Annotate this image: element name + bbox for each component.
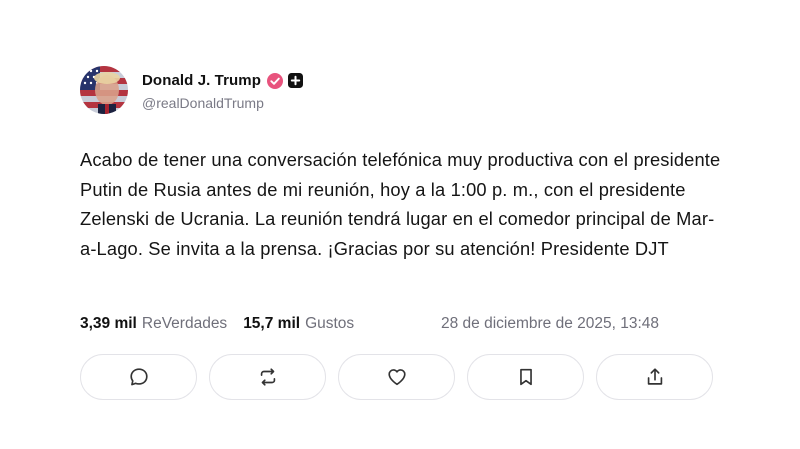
- like-button[interactable]: [338, 354, 455, 400]
- reposts-count: 3,39 mil: [80, 315, 137, 332]
- likes-stat[interactable]: 15,7 mil Gustos: [243, 315, 354, 333]
- author-display-name[interactable]: Donald J. Trump: [142, 72, 261, 89]
- post-card: Donald J. Trump @realDonaldTrump Acabo d…: [0, 0, 800, 449]
- action-bar: [80, 354, 713, 400]
- reposts-stat[interactable]: 3,39 mil ReVerdades: [80, 315, 227, 333]
- author-handle[interactable]: @realDonaldTrump: [142, 95, 303, 111]
- share-icon: [647, 368, 662, 385]
- post-header: Donald J. Trump @realDonaldTrump: [80, 63, 304, 117]
- verified-check-icon: [267, 72, 284, 89]
- bookmark-icon: [519, 368, 532, 386]
- flag-portrait-avatar-icon: [80, 66, 128, 114]
- comment-icon: [129, 368, 148, 386]
- author-identity: Donald J. Trump @realDonaldTrump: [142, 70, 304, 111]
- name-row: Donald J. Trump: [142, 70, 304, 92]
- reposts-label: ReVerdades: [141, 315, 228, 332]
- share-button[interactable]: [596, 354, 713, 400]
- heart-icon: [387, 369, 406, 386]
- avatar[interactable]: [80, 66, 128, 114]
- plus-badge-icon: [288, 73, 304, 88]
- post-stats: 3,39 mil ReVerdades 15,7 mil Gustos: [80, 313, 354, 335]
- reply-button[interactable]: [80, 354, 197, 400]
- repost-button[interactable]: [209, 354, 326, 400]
- likes-count: 15,7 mil: [243, 315, 301, 332]
- repost-icon: [260, 368, 275, 386]
- bookmark-button[interactable]: [467, 354, 584, 400]
- likes-label: Gustos: [305, 315, 355, 332]
- post-text: Acabo de tener una conversación telefóni…: [80, 149, 721, 259]
- post-timestamp[interactable]: 28 de diciembre de 2025, 13:48: [441, 313, 659, 335]
